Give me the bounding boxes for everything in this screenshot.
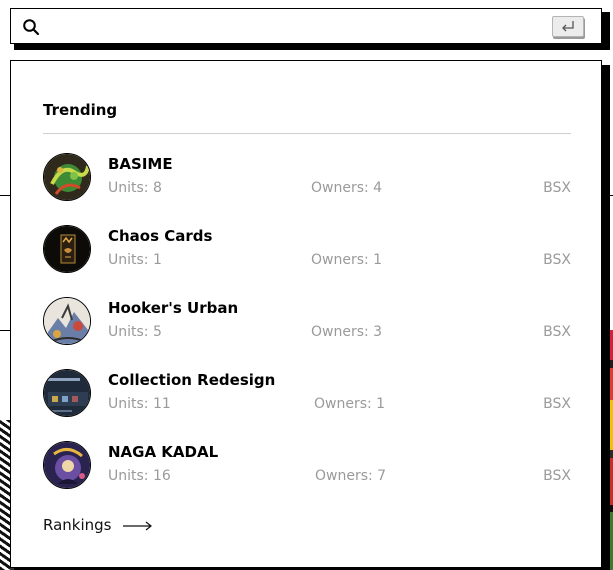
trending-item-collection-redesign[interactable]: Collection Redesign Units: 11 Owners: 1 …	[43, 369, 571, 421]
collection-avatar	[43, 297, 91, 345]
collection-chain: BSX	[543, 468, 571, 484]
collection-name: Collection Redesign	[108, 371, 276, 389]
background-divider	[0, 195, 10, 196]
rankings-label: Rankings	[43, 516, 112, 534]
trending-item-basime[interactable]: BASIME Units: 8 Owners: 4 BSX	[43, 153, 571, 205]
rankings-link[interactable]: Rankings	[43, 516, 152, 536]
search-icon[interactable]	[22, 18, 40, 36]
collection-owners: Owners: 1	[314, 396, 386, 412]
arrow-right-icon	[123, 521, 152, 531]
trending-item-naga-kadal[interactable]: NAGA KADAL Units: 16 Owners: 7 BSX	[43, 441, 571, 493]
search-results-dropdown: Trending BASIME Units: 8 Owners: 4 BSX C…	[10, 60, 602, 568]
collection-units: Units: 1	[108, 252, 162, 268]
collection-name: NAGA KADAL	[108, 443, 219, 461]
collection-units: Units: 16	[108, 468, 171, 484]
collection-chain: BSX	[543, 324, 571, 340]
collection-chain: BSX	[543, 396, 571, 412]
trending-item-chaos-cards[interactable]: Chaos Cards Units: 1 Owners: 1 BSX	[43, 225, 571, 277]
collection-avatar	[43, 225, 91, 273]
collection-owners: Owners: 3	[311, 324, 383, 340]
collection-avatar	[43, 441, 91, 489]
collection-avatar	[43, 369, 91, 417]
collection-owners: Owners: 1	[311, 252, 383, 268]
collection-owners: Owners: 4	[311, 180, 383, 196]
collection-avatar	[43, 153, 91, 201]
search-input[interactable]	[51, 13, 546, 39]
trending-item-hookers-urban[interactable]: Hooker's Urban Units: 5 Owners: 3 BSX	[43, 297, 571, 349]
collection-name: Chaos Cards	[108, 227, 213, 245]
trending-heading: Trending	[43, 101, 118, 119]
collection-units: Units: 8	[108, 180, 162, 196]
collection-units: Units: 11	[108, 396, 171, 412]
background-divider	[0, 330, 10, 331]
collection-units: Units: 5	[108, 324, 162, 340]
trending-divider	[43, 133, 571, 134]
collection-chain: BSX	[543, 180, 571, 196]
background-artwork	[0, 420, 10, 570]
collection-owners: Owners: 7	[315, 468, 387, 484]
search-bar[interactable]	[10, 8, 602, 44]
collection-name: BASIME	[108, 155, 173, 173]
collection-chain: BSX	[543, 252, 571, 268]
enter-key-icon[interactable]	[552, 16, 584, 37]
collection-name: Hooker's Urban	[108, 299, 239, 317]
